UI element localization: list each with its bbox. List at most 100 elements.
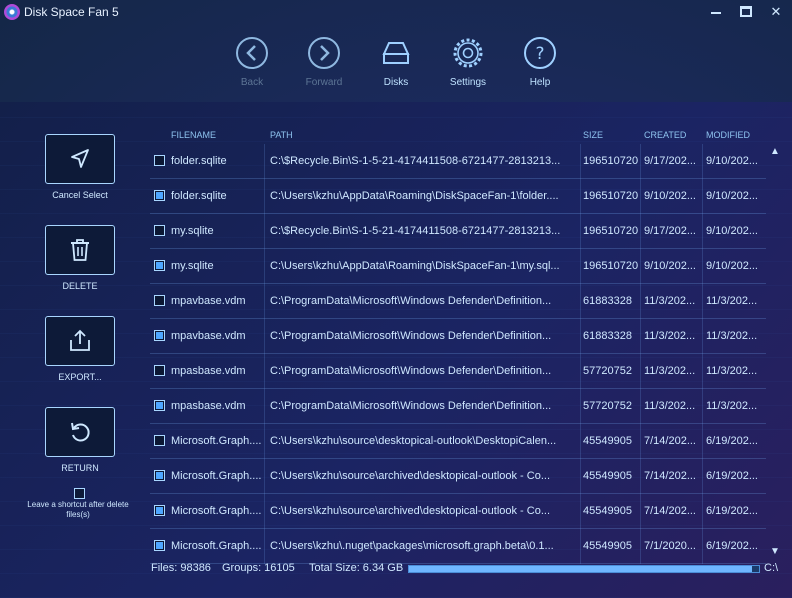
row-checkbox[interactable] [154,505,165,516]
cell-created: 9/17/202... [644,225,696,237]
forward-arrow-icon [308,37,340,69]
row-checkbox[interactable] [154,330,165,341]
row-checkbox[interactable] [154,155,165,166]
cell-path: C:\Users\kzhu\AppData\Roaming\DiskSpaceF… [270,190,559,202]
cell-size: 45549905 [583,540,632,552]
cell-created: 9/10/202... [644,190,696,202]
window-title: Disk Space Fan 5 [24,5,119,19]
cell-created: 11/3/202... [644,330,696,342]
cell-modified: 11/3/202... [706,330,758,342]
cell-size: 45549905 [583,435,632,447]
table-row[interactable]: Microsoft.Graph.... C:\Users\kzhu\source\… [150,424,766,459]
disks-label: Disks [383,77,409,88]
cell-filename: mpavbase.vdm [171,295,246,307]
cell-path: C:\ProgramData\Microsoft\Windows Defende… [270,400,552,412]
table-row[interactable]: folder.sqlite C:\$Recycle.Bin\S-1-5-21-41… [150,144,766,179]
total-size: Total Size: 6.34 GB [309,562,404,574]
cancel-select-button[interactable] [45,134,115,184]
delete-button[interactable] [45,225,115,275]
cell-created: 11/3/202... [644,400,696,412]
leave-shortcut-label: Leave a shortcut after delete files(s) [27,500,129,519]
table-row[interactable]: my.sqlite C:\Users\kzhu\AppData\Roaming\D… [150,249,766,284]
cell-modified: 11/3/202... [706,295,758,307]
row-checkbox[interactable] [154,540,165,551]
svg-text:?: ? [535,44,544,64]
table-row[interactable]: my.sqlite C:\$Recycle.Bin\S-1-5-21-417441… [150,214,766,249]
table-row[interactable]: mpasbase.vdm C:\ProgramData\Microsoft\Win… [150,389,766,424]
disk-drive-icon [382,42,410,64]
row-checkbox[interactable] [154,365,165,376]
row-checkbox[interactable] [154,260,165,271]
table-row[interactable]: Microsoft.Graph.... C:\Users\kzhu\source\… [150,494,766,529]
row-checkbox[interactable] [154,190,165,201]
row-checkbox[interactable] [154,435,165,446]
cell-filename: my.sqlite [171,260,214,272]
cell-created: 7/1/2020... [644,540,696,552]
cell-path: C:\Users\kzhu\.nuget\packages\microsoft.… [270,540,554,552]
cell-modified: 9/10/202... [706,260,758,272]
cursor-arrow-icon [71,149,89,168]
column-header-size[interactable]: SIZE [583,130,603,140]
delete-label: DELETE [62,281,98,291]
cell-created: 11/3/202... [644,295,696,307]
cell-modified: 9/10/202... [706,225,758,237]
help-button[interactable]: ? Help [505,36,575,88]
cell-path: C:\Users\kzhu\source\desktopical-outlook… [270,435,557,447]
export-button[interactable] [45,316,115,366]
cell-filename: folder.sqlite [171,190,227,202]
cell-filename: Microsoft.Graph.... [171,470,262,482]
maximize-icon [740,6,752,17]
scroll-down-button[interactable]: ▼ [770,546,780,558]
minimize-button[interactable] [706,2,726,22]
export-icon [70,329,90,351]
table-row[interactable]: Microsoft.Graph.... C:\Users\kzhu\.nuget\… [150,529,766,564]
cell-path: C:\ProgramData\Microsoft\Windows Defende… [270,365,552,377]
cell-size: 196510720 [583,190,639,202]
close-button[interactable]: ✕ [766,2,786,22]
disks-button[interactable]: Disks [361,36,431,88]
cell-path: C:\Users\kzhu\AppData\Roaming\DiskSpaceF… [270,260,560,272]
scan-progress-fill [409,566,752,572]
back-button[interactable]: Back [217,36,287,88]
cell-size: 61883328 [583,295,632,307]
cell-created: 9/10/202... [644,260,696,272]
export-label: EXPORT... [58,372,102,382]
table-row[interactable]: mpavbase.vdm C:\ProgramData\Microsoft\Win… [150,319,766,354]
groups-count: Groups: 16105 [222,562,295,574]
forward-button[interactable]: Forward [289,36,359,88]
cell-size: 45549905 [583,505,632,517]
cell-modified: 6/19/202... [706,540,758,552]
table-row[interactable]: folder.sqlite C:\Users\kzhu\AppData\Roami… [150,179,766,214]
row-checkbox[interactable] [154,470,165,481]
settings-button[interactable]: Settings [433,36,503,88]
cell-created: 11/3/202... [644,365,696,377]
row-checkbox[interactable] [154,400,165,411]
delete-action: DELETE [28,225,132,291]
cell-created: 7/14/202... [644,435,696,447]
cell-size: 57720752 [583,400,632,412]
column-header-path[interactable]: PATH [270,130,293,140]
scroll-up-button[interactable]: ▲ [770,146,780,158]
cell-created: 7/14/202... [644,470,696,482]
app-window: Disk Space Fan 5 ✕ Back Forward Disks Se… [0,0,792,598]
leave-shortcut-checkbox[interactable] [74,488,85,499]
cell-size: 57720752 [583,365,632,377]
cell-path: C:\ProgramData\Microsoft\Windows Defende… [270,295,552,307]
return-button[interactable] [45,407,115,457]
cell-path: C:\$Recycle.Bin\S-1-5-21-4174411508-6721… [270,225,561,237]
cell-created: 9/17/202... [644,155,696,167]
column-header-modified[interactable]: MODIFIED [706,130,750,140]
cell-size: 61883328 [583,330,632,342]
table-row[interactable]: mpavbase.vdm C:\ProgramData\Microsoft\Win… [150,284,766,319]
column-header-filename[interactable]: FILENAME [171,130,216,140]
app-logo-icon [4,4,20,20]
files-count: Files: 98386 [151,562,211,574]
column-header-created[interactable]: CREATED [644,130,686,140]
row-checkbox[interactable] [154,225,165,236]
minimize-icon [711,12,721,14]
table-row[interactable]: mpasbase.vdm C:\ProgramData\Microsoft\Win… [150,354,766,389]
drive-label: C:\ [764,562,779,574]
table-row[interactable]: Microsoft.Graph.... C:\Users\kzhu\source\… [150,459,766,494]
row-checkbox[interactable] [154,295,165,306]
maximize-button[interactable] [736,2,756,22]
